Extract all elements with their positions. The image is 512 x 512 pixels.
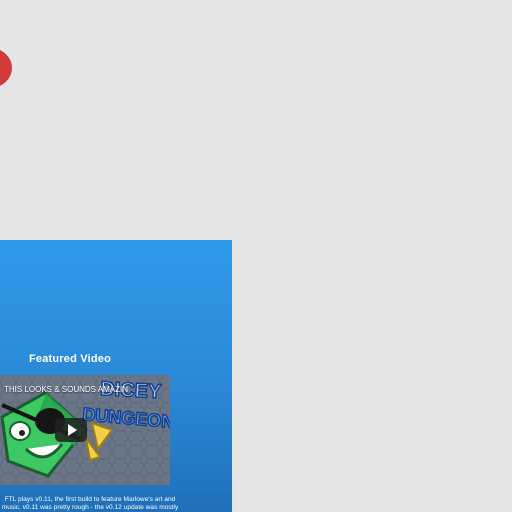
video-play-button[interactable] xyxy=(55,418,87,442)
page: Featured Video DICEY DUNGEONS THIS LOOKS… xyxy=(0,0,512,512)
play-icon xyxy=(67,424,77,436)
description-line-1: FTL plays v0.11, the first build to feat… xyxy=(4,496,176,503)
video-title: THIS LOOKS & SOUNDS AMAZIN xyxy=(4,385,129,394)
description-line-2: music. v0.11 was pretty rough - the v0.1… xyxy=(1,504,179,511)
featured-video-heading: Featured Video xyxy=(28,353,112,365)
red-decoration xyxy=(0,48,12,88)
featured-video-description: FTL plays v0.11, the first build to feat… xyxy=(0,496,180,512)
